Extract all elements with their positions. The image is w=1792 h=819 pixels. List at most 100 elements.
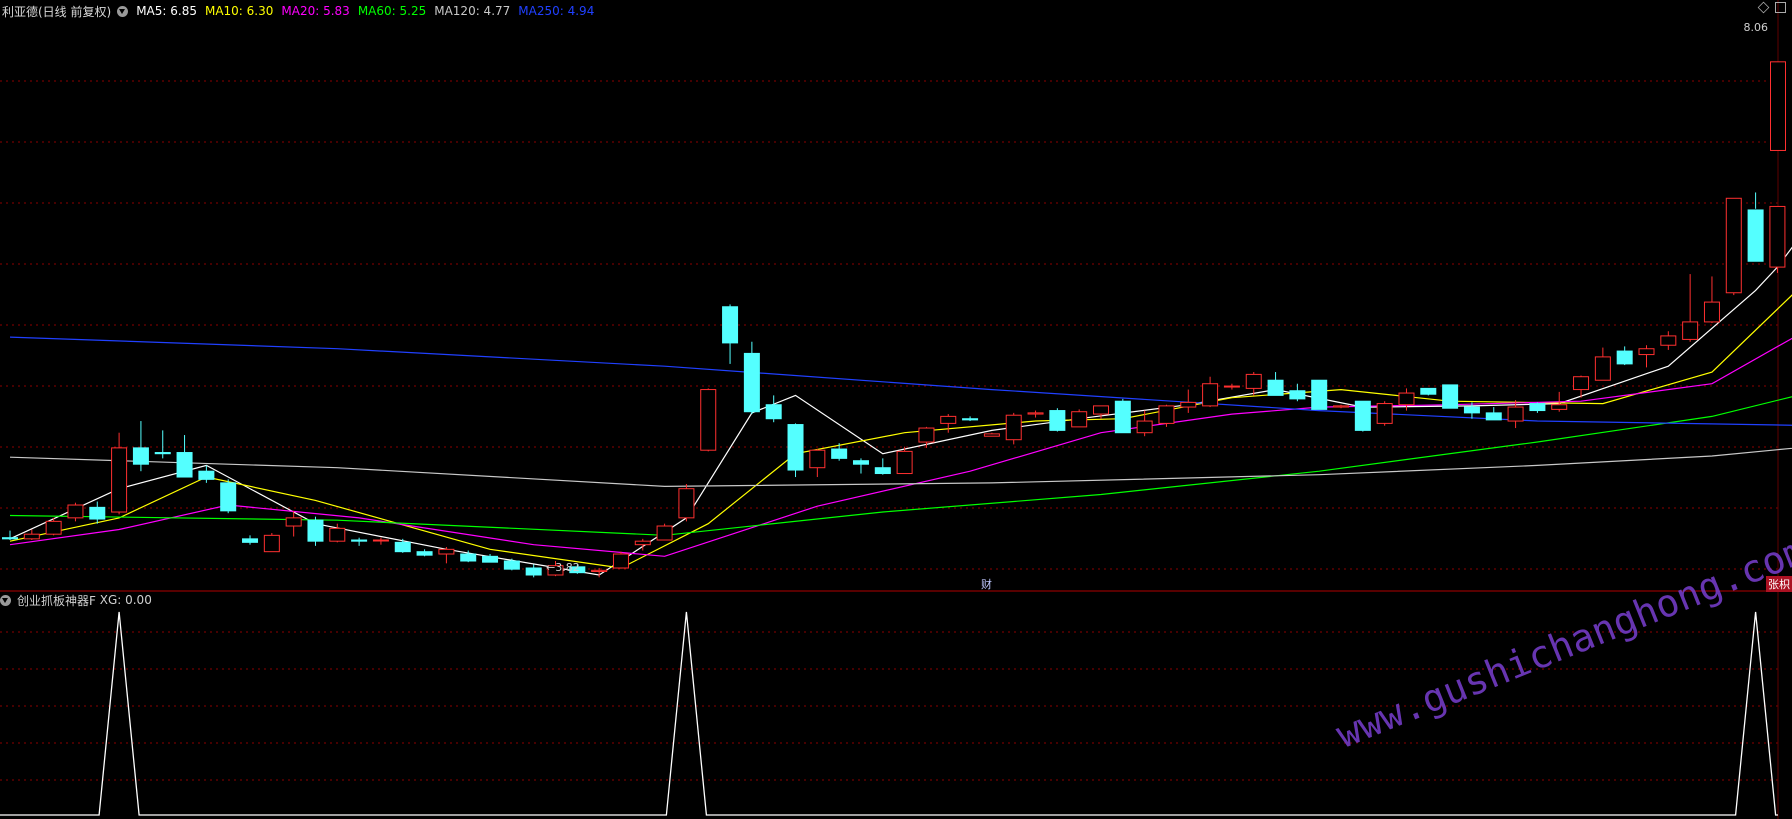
chart-title: 利亚德(日线 前复权) xyxy=(2,4,112,19)
candle-body xyxy=(1005,414,1022,441)
diamond-icon[interactable] xyxy=(1757,1,1770,14)
low-price-value: 3.82 xyxy=(555,561,580,574)
indicator-legend: 创业抓板神器F XG: 0.00 xyxy=(0,591,152,609)
candle-body xyxy=(416,551,433,556)
candle-body xyxy=(111,447,128,513)
candle-body xyxy=(1311,379,1328,410)
candle-body xyxy=(1485,412,1502,421)
candle-body xyxy=(1093,405,1109,415)
main-legend: 利亚德(日线 前复权) MA5: 6.85 MA10: 6.30 MA20: 5… xyxy=(0,2,602,20)
candle-body xyxy=(1354,400,1371,431)
candle-body xyxy=(351,539,368,542)
candle-body xyxy=(743,352,760,413)
candle-body xyxy=(1180,401,1197,408)
candle-body xyxy=(1551,404,1568,410)
ma120-label: MA120: 4.77 xyxy=(434,4,511,18)
candle-body xyxy=(1770,61,1786,151)
stock-chart[interactable] xyxy=(0,0,1792,819)
candle-body xyxy=(198,470,215,480)
candle-body xyxy=(23,533,40,540)
candle-body xyxy=(1376,403,1393,424)
candle-body xyxy=(678,488,695,519)
candle-body xyxy=(307,519,324,542)
candle-body xyxy=(1703,301,1720,323)
ma10-label: MA10: 6.30 xyxy=(204,4,274,18)
candle-body xyxy=(220,482,237,512)
candle-body xyxy=(831,448,848,459)
candle-body xyxy=(1594,356,1611,381)
candle-body xyxy=(176,452,193,478)
ma-line-ma250 xyxy=(9,336,1792,426)
candle-body xyxy=(1463,406,1480,414)
candle-body xyxy=(1398,392,1415,406)
candle-body xyxy=(132,447,149,465)
candle-body xyxy=(656,525,673,541)
candle-body xyxy=(45,520,62,535)
candle-body xyxy=(852,460,869,465)
candle-body xyxy=(1333,405,1350,408)
candle-body xyxy=(1027,412,1044,415)
candle-body xyxy=(67,504,84,519)
candle-body xyxy=(154,452,171,455)
candle-body xyxy=(634,540,651,546)
candle-body xyxy=(1420,387,1437,395)
candle-body xyxy=(460,553,477,562)
ma250-label: MA250: 4.94 xyxy=(518,4,595,18)
low-price-label: ←3.82 xyxy=(546,561,580,574)
candle-body xyxy=(1158,405,1175,424)
indicator-collapse-icon[interactable] xyxy=(0,594,11,606)
candle-body xyxy=(591,569,608,573)
candle-body xyxy=(1507,406,1524,422)
ma20-label: MA20: 5.83 xyxy=(281,4,350,18)
candle-body xyxy=(765,404,782,420)
candle-body xyxy=(242,538,259,543)
candle-body xyxy=(285,517,302,527)
indicator-name: 创业抓板神器F xyxy=(17,593,96,608)
candle-body xyxy=(1049,410,1066,431)
ma60-label: MA60: 5.25 xyxy=(357,4,427,18)
candle-body xyxy=(372,539,389,542)
candle-body xyxy=(874,467,891,475)
candle-body xyxy=(700,389,717,451)
candle-body xyxy=(787,424,804,471)
candle-body xyxy=(918,427,935,443)
candle-body xyxy=(983,433,1000,437)
candle-body xyxy=(612,553,629,569)
candle-body xyxy=(525,567,542,576)
candle-body xyxy=(896,450,913,475)
ma-line-ma10 xyxy=(9,294,1792,569)
candle-body xyxy=(1638,348,1655,356)
candle-body xyxy=(1529,403,1546,412)
candle-body xyxy=(1136,420,1153,434)
candle-body xyxy=(1442,384,1459,409)
candle-body xyxy=(940,415,957,424)
candle-body xyxy=(1660,335,1677,346)
candle-body xyxy=(329,527,346,542)
maximize-icon[interactable] xyxy=(1775,2,1786,13)
candle-body xyxy=(1725,197,1742,294)
candle-body xyxy=(722,306,739,344)
candle-body xyxy=(503,560,520,570)
candle-body xyxy=(89,506,106,520)
candle-body xyxy=(1682,321,1699,340)
candle-body xyxy=(394,541,411,553)
indicator-xg: XG: 0.00 xyxy=(99,593,152,607)
candle-body xyxy=(1071,411,1088,428)
candle-body xyxy=(1223,385,1240,388)
financial-badge[interactable]: 财 xyxy=(981,576,992,592)
collapse-icon[interactable] xyxy=(117,5,129,17)
candle-body xyxy=(1616,350,1633,365)
candle-body xyxy=(1573,376,1590,391)
candle-body xyxy=(809,449,826,469)
candle-body xyxy=(1245,373,1262,389)
ma5-label: MA5: 6.85 xyxy=(136,4,197,18)
candle-body xyxy=(1769,205,1786,268)
candle-body xyxy=(1202,383,1219,407)
candle-body xyxy=(263,534,280,553)
candle-body xyxy=(1267,379,1284,396)
candle-body xyxy=(1289,390,1306,400)
window-controls xyxy=(1757,1,1786,14)
candle-body xyxy=(962,418,979,421)
ma-line-ma20 xyxy=(9,337,1792,557)
candle-body xyxy=(1114,400,1131,434)
